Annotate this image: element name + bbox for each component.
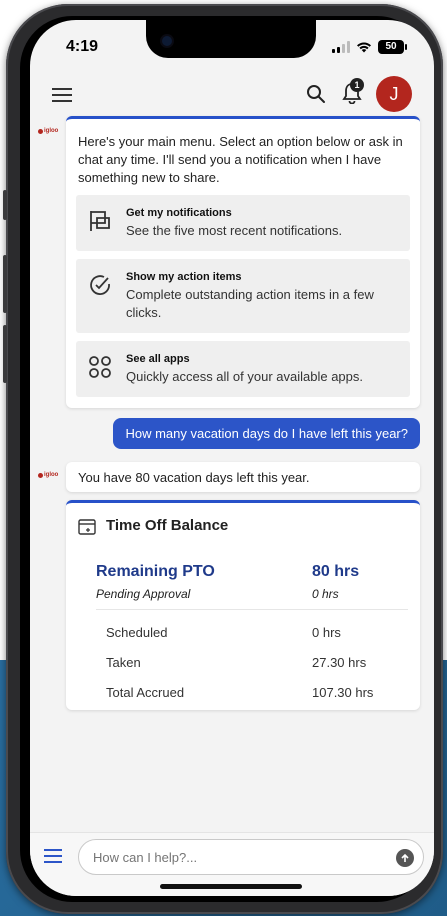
- check-circle-icon: [90, 275, 110, 295]
- taken-value: 27.30 hrs: [312, 655, 367, 670]
- remaining-pto-value: 80 hrs: [312, 563, 360, 580]
- search-icon[interactable]: [306, 84, 326, 104]
- option-get-notifications[interactable]: Get my notifications See the five most r…: [76, 195, 410, 251]
- menu-icon[interactable]: [52, 88, 72, 102]
- user-message-bubble: How many vacation days do I have left th…: [113, 418, 420, 449]
- option-title: Show my action items: [126, 271, 242, 283]
- notification-badge: 1: [350, 78, 364, 92]
- taken-label: Taken: [106, 655, 141, 670]
- divider: [96, 609, 408, 610]
- status-time: 4:19: [66, 38, 99, 55]
- chat-input[interactable]: [78, 839, 424, 875]
- total-accrued-value: 107.30 hrs: [312, 685, 374, 700]
- scheduled-label: Scheduled: [106, 625, 168, 640]
- time-off-card: Time Off Balance Remaining PTO 80 hrs Pe…: [66, 500, 420, 710]
- camera-icon: [162, 36, 172, 46]
- scheduled-value: 0 hrs: [312, 625, 341, 640]
- bot-reply-bubble: You have 80 vacation days left this year…: [66, 462, 420, 492]
- option-show-action-items[interactable]: Show my action items Complete outstandin…: [76, 259, 410, 333]
- flag-icon: [90, 211, 110, 231]
- remaining-pto-label: Remaining PTO: [96, 563, 215, 580]
- volume-down-button: [3, 325, 7, 383]
- bot-reply-text: You have 80 vacation days left this year…: [78, 470, 310, 485]
- main-menu-card: Here's your main menu. Select an option …: [66, 116, 420, 408]
- arrow-up-icon: [401, 853, 409, 862]
- total-accrued-label: Total Accrued: [106, 685, 185, 700]
- pending-approval-label: Pending Approval: [96, 587, 191, 601]
- option-title: Get my notifications: [126, 207, 232, 219]
- avatar[interactable]: J: [376, 76, 412, 112]
- wifi-icon: [357, 42, 371, 53]
- app-header: 1 J: [30, 72, 434, 116]
- option-title: See all apps: [126, 353, 190, 365]
- composer-menu-icon[interactable]: [44, 849, 62, 863]
- option-see-all-apps[interactable]: See all apps Quickly access all of your …: [76, 341, 410, 397]
- bot-logo: igloo: [38, 128, 58, 134]
- battery-icon: 50: [378, 40, 407, 54]
- send-button[interactable]: [396, 849, 414, 867]
- option-description: Complete outstanding action items in a f…: [126, 287, 374, 320]
- app-screen: 4:19 50 1 J igloo Here's your main menu.…: [30, 20, 434, 896]
- time-off-title: Time Off Balance: [106, 517, 229, 534]
- bot-logo: igloo: [38, 472, 58, 478]
- home-indicator: [160, 884, 302, 889]
- cellular-signal-icon: [332, 41, 350, 53]
- calendar-icon: [78, 519, 96, 535]
- apps-grid-icon: [89, 356, 111, 378]
- action-button: [3, 190, 7, 220]
- option-description: Quickly access all of your available app…: [126, 369, 364, 384]
- status-icons: 50: [332, 40, 407, 54]
- volume-up-button: [3, 255, 7, 313]
- main-menu-message: Here's your main menu. Select an option …: [78, 134, 403, 185]
- pending-approval-value: 0 hrs: [312, 587, 339, 601]
- option-description: See the five most recent notifications.: [126, 223, 343, 238]
